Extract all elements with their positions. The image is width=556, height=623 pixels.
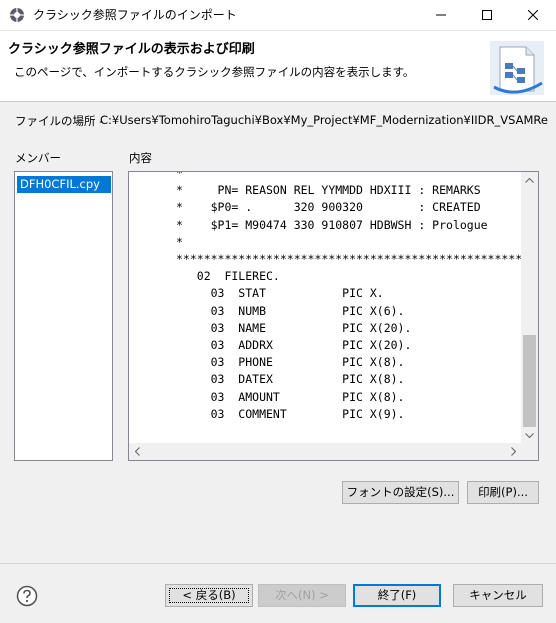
code-line: * <box>176 172 183 180</box>
focus-rectangle <box>169 588 249 603</box>
scroll-down-icon[interactable] <box>521 427 538 444</box>
code-line: 02 FILEREC. <box>176 269 280 284</box>
close-icon <box>528 10 538 20</box>
code-line: 03 ADDRX PIC X(20). <box>176 338 412 353</box>
code-line: 03 NUMB PIC X(6). <box>176 303 405 318</box>
contents-label: 内容 <box>129 151 152 165</box>
contents-viewer[interactable]: * * PN= REASON REL YYMMDD HDXIII : REMARK… <box>128 171 539 461</box>
file-location-path: C:¥Users¥TomohiroTaguchi¥Box¥My_Project¥… <box>100 113 548 127</box>
scroll-up-icon[interactable] <box>521 172 538 189</box>
member-item[interactable]: DFH0CFIL.cpy <box>17 176 111 193</box>
next-button[interactable]: 次へ(N) > <box>258 584 346 607</box>
separator <box>0 563 556 564</box>
code-line: 03 NAME PIC X(20). <box>176 320 412 335</box>
document-icon <box>490 41 544 95</box>
members-list[interactable]: DFH0CFIL.cpy <box>14 171 113 461</box>
code-line: 03 PHONE PIC X(8). <box>176 355 405 370</box>
window-title: クラシック参照ファイルのインポート <box>33 8 237 22</box>
vertical-scrollbar[interactable] <box>521 172 538 444</box>
file-location-label: ファイルの場所 - <box>15 114 104 128</box>
code-line: * $P0= . 320 900320 : CREATED <box>176 200 481 215</box>
scroll-left-icon[interactable] <box>129 443 146 460</box>
code-area: * * PN= REASON REL YYMMDD HDXIII : REMARK… <box>129 172 522 444</box>
help-icon[interactable] <box>16 585 38 607</box>
close-button[interactable] <box>510 0 556 30</box>
code-line: 03 COMMENT PIC X(9). <box>176 406 405 421</box>
title-bar: クラシック参照ファイルのインポート <box>0 0 556 31</box>
code-line: * PN= REASON REL YYMMDD HDXIII : REMARKS <box>176 183 481 198</box>
minimize-button[interactable] <box>418 0 464 30</box>
page-title: クラシック参照ファイルの表示および印刷 <box>8 42 255 57</box>
maximize-button[interactable] <box>464 0 510 30</box>
code-line: * $P1= M90474 330 910807 HDBWSH : Prolog… <box>176 217 488 232</box>
minimize-icon <box>436 14 446 16</box>
code-lines: * * PN= REASON REL YYMMDD HDXIII : REMARK… <box>176 172 522 423</box>
scroll-corner <box>521 443 538 460</box>
code-line: 03 STAT PIC X. <box>176 286 384 301</box>
code-line: 03 AMOUNT PIC X(8). <box>176 389 405 404</box>
members-label: メンバー <box>15 151 61 165</box>
font-settings-button[interactable]: フォントの設定(S)... <box>342 481 459 504</box>
code-line: * <box>176 234 183 249</box>
horizontal-scrollbar[interactable] <box>129 443 522 460</box>
vertical-scroll-thumb[interactable] <box>523 335 536 427</box>
code-line: ****************************************… <box>176 252 522 267</box>
print-button[interactable]: 印刷(P)... <box>467 481 539 504</box>
page-description: このページで、インポートするクラシック参照ファイルの内容を表示します。 <box>14 65 415 79</box>
maximize-icon <box>482 10 492 20</box>
wizard-banner: クラシック参照ファイルの表示および印刷 このページで、インポートするクラシック参… <box>0 31 556 102</box>
back-button[interactable]: < 戻る(B) <box>165 584 253 607</box>
code-line: 03 DATEX PIC X(8). <box>176 372 405 387</box>
finish-button[interactable]: 終了(F) <box>353 584 441 607</box>
scroll-right-icon[interactable] <box>505 443 522 460</box>
app-icon <box>10 8 24 22</box>
cancel-button[interactable]: キャンセル <box>453 584 543 607</box>
